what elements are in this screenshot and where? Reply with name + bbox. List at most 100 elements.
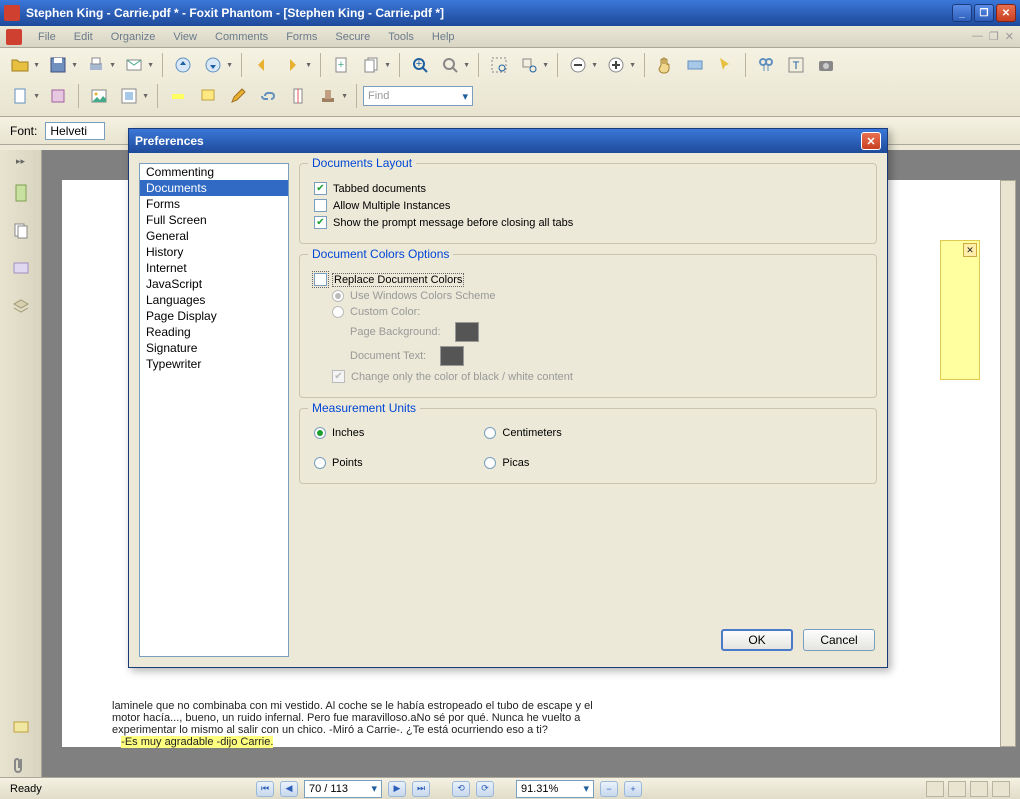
- menu-edit[interactable]: Edit: [66, 29, 101, 45]
- mdi-restore-button[interactable]: ❐: [989, 30, 999, 43]
- menu-tools[interactable]: Tools: [380, 29, 422, 45]
- category-javascript[interactable]: JavaScript: [140, 276, 288, 292]
- select-text-button[interactable]: [681, 51, 709, 79]
- find-button[interactable]: [752, 51, 780, 79]
- category-history[interactable]: History: [140, 244, 288, 260]
- ok-button[interactable]: OK: [721, 629, 793, 651]
- attachments-icon[interactable]: [9, 753, 33, 777]
- nav-up-button[interactable]: [169, 51, 197, 79]
- category-typewriter[interactable]: Typewriter: [140, 356, 288, 372]
- back-button[interactable]: [248, 51, 276, 79]
- category-documents[interactable]: Documents: [140, 180, 288, 196]
- next-page-button[interactable]: ▶: [388, 781, 406, 797]
- save-button[interactable]: ▼: [44, 51, 72, 79]
- sticky-note[interactable]: ✕: [940, 240, 980, 380]
- bookmarks-icon[interactable]: [9, 181, 33, 205]
- loupe-button[interactable]: ▼: [515, 51, 543, 79]
- first-page-button[interactable]: ⏮: [256, 781, 274, 797]
- cancel-button[interactable]: Cancel: [803, 629, 875, 651]
- replace-colors-checkbox[interactable]: [314, 273, 327, 286]
- close-icon[interactable]: ✕: [963, 243, 977, 257]
- close-button[interactable]: ✕: [996, 4, 1016, 22]
- category-forms[interactable]: Forms: [140, 196, 288, 212]
- layers-icon[interactable]: [9, 295, 33, 319]
- multiple-instances-checkbox[interactable]: [314, 199, 327, 212]
- mdi-close-button[interactable]: ✕: [1005, 30, 1014, 43]
- zoom-in-btn[interactable]: ▼: [602, 51, 630, 79]
- menu-forms[interactable]: Forms: [278, 29, 325, 45]
- text-tool-button[interactable]: T: [782, 51, 810, 79]
- view-facing-button[interactable]: [970, 781, 988, 797]
- image-button[interactable]: [85, 82, 113, 110]
- view-continuous-button[interactable]: [948, 781, 966, 797]
- search-combo[interactable]: Find▾: [363, 86, 473, 106]
- last-page-button[interactable]: ⏭: [412, 781, 430, 797]
- maximize-button[interactable]: ❐: [974, 4, 994, 22]
- tabbed-documents-checkbox[interactable]: ✔: [314, 182, 327, 195]
- prompt-close-tabs-checkbox[interactable]: ✔: [314, 216, 327, 229]
- link-button[interactable]: [254, 82, 282, 110]
- print-button[interactable]: ▼: [82, 51, 110, 79]
- new-doc-button[interactable]: ▼: [6, 82, 34, 110]
- email-button[interactable]: ▼: [120, 51, 148, 79]
- minimize-button[interactable]: _: [952, 4, 972, 22]
- category-commenting[interactable]: Commenting: [140, 164, 288, 180]
- pencil-button[interactable]: [224, 82, 252, 110]
- attach-button[interactable]: [284, 82, 312, 110]
- history-back-button[interactable]: ⟲: [452, 781, 470, 797]
- menu-file[interactable]: File: [30, 29, 64, 45]
- menu-secure[interactable]: Secure: [327, 29, 378, 45]
- ocr-button[interactable]: ▼: [115, 82, 143, 110]
- zoom-out-btn[interactable]: ▼: [564, 51, 592, 79]
- category-signature[interactable]: Signature: [140, 340, 288, 356]
- menu-help[interactable]: Help: [424, 29, 463, 45]
- history-forward-button[interactable]: ⟳: [476, 781, 494, 797]
- menu-organize[interactable]: Organize: [103, 29, 164, 45]
- stamp-button[interactable]: ▼: [314, 82, 342, 110]
- pages-button[interactable]: ▼: [357, 51, 385, 79]
- collapse-pane-button[interactable]: ▸▸: [16, 156, 25, 167]
- forward-button[interactable]: ▼: [278, 51, 306, 79]
- zoom-dropdown-button[interactable]: ▼: [436, 51, 464, 79]
- inches-radio[interactable]: [314, 427, 326, 439]
- form-tool-button[interactable]: [44, 82, 72, 110]
- pages-icon[interactable]: [9, 219, 33, 243]
- menu-view[interactable]: View: [165, 29, 205, 45]
- category-internet[interactable]: Internet: [140, 260, 288, 276]
- comments-icon[interactable]: [9, 257, 33, 281]
- category-general[interactable]: General: [140, 228, 288, 244]
- category-full-screen[interactable]: Full Screen: [140, 212, 288, 228]
- select-tool-button[interactable]: [711, 51, 739, 79]
- view-continuous-facing-button[interactable]: [992, 781, 1010, 797]
- signatures-icon[interactable]: [9, 715, 33, 739]
- highlight-button[interactable]: [164, 82, 192, 110]
- page-number-combo[interactable]: 70 / 113▾: [304, 780, 382, 798]
- zoom-in-button[interactable]: +: [406, 51, 434, 79]
- note-button[interactable]: [194, 82, 222, 110]
- view-single-button[interactable]: [926, 781, 944, 797]
- points-radio[interactable]: [314, 457, 326, 469]
- zoom-in-status-button[interactable]: +: [624, 781, 642, 797]
- font-input[interactable]: [45, 122, 105, 140]
- open-button[interactable]: ▼: [6, 51, 34, 79]
- nav-down-button[interactable]: ▼: [199, 51, 227, 79]
- category-languages[interactable]: Languages: [140, 292, 288, 308]
- mdi-minimize-button[interactable]: —: [972, 30, 983, 43]
- menu-comments[interactable]: Comments: [207, 29, 276, 45]
- dialog-titlebar[interactable]: Preferences ✕: [129, 129, 887, 153]
- preferences-category-list[interactable]: Commenting Documents Forms Full Screen G…: [139, 163, 289, 657]
- marquee-zoom-button[interactable]: [485, 51, 513, 79]
- hand-tool-button[interactable]: [651, 51, 679, 79]
- zoom-out-status-button[interactable]: −: [600, 781, 618, 797]
- snapshot-button[interactable]: [812, 51, 840, 79]
- vertical-scrollbar[interactable]: [1000, 180, 1016, 747]
- page-insert-button[interactable]: +: [327, 51, 355, 79]
- dialog-close-button[interactable]: ✕: [861, 132, 881, 150]
- category-page-display[interactable]: Page Display: [140, 308, 288, 324]
- prev-page-button[interactable]: ◀: [280, 781, 298, 797]
- svg-text:T: T: [793, 60, 800, 72]
- picas-radio[interactable]: [484, 457, 496, 469]
- zoom-combo[interactable]: 91.31%▾: [516, 780, 594, 798]
- centimeters-radio[interactable]: [484, 427, 496, 439]
- category-reading[interactable]: Reading: [140, 324, 288, 340]
